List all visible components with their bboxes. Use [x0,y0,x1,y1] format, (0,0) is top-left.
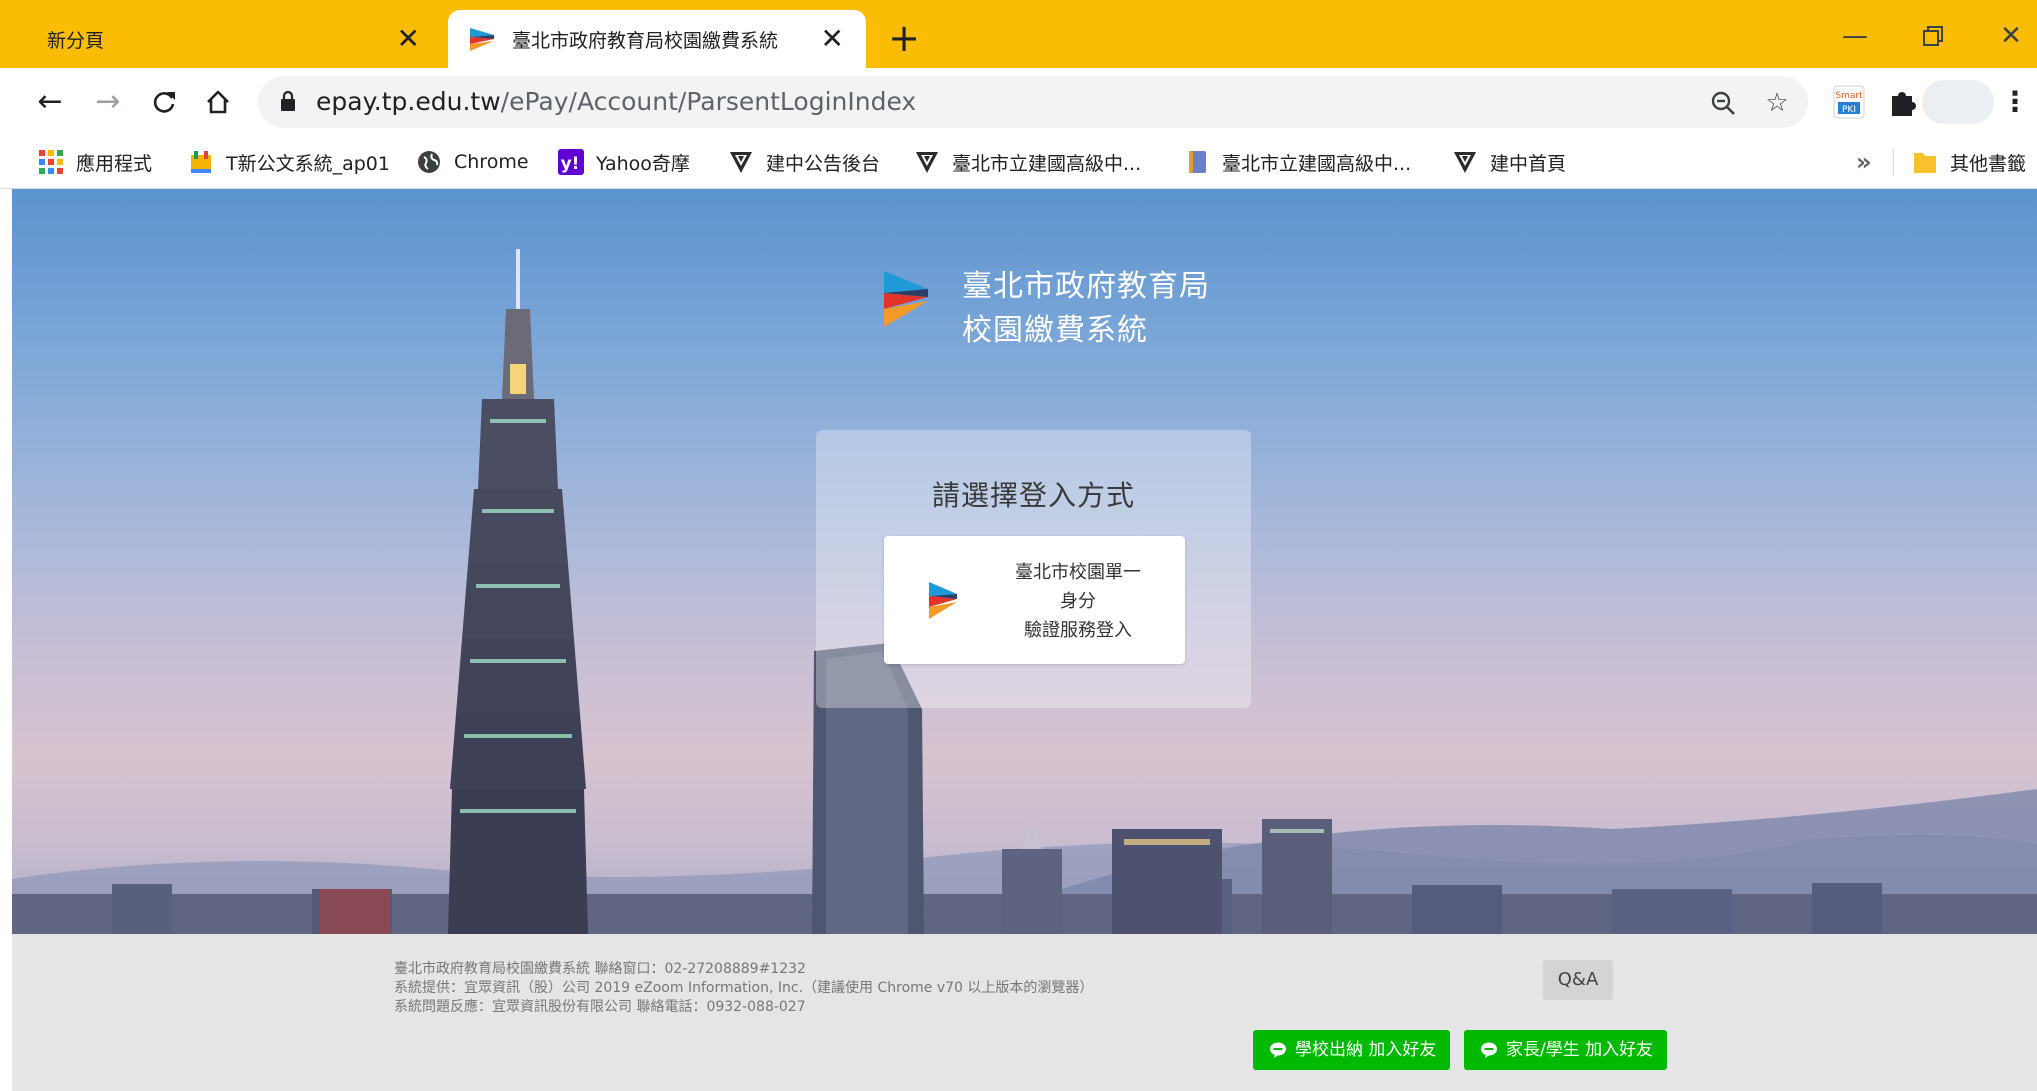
bookmarks-overflow-button[interactable]: » [1856,136,1872,188]
login-method-heading: 請選擇登入方式 [931,479,1135,512]
smart-pki-extension-icon[interactable]: Smart PKI [1832,84,1866,120]
tab-strip: 新分頁 ✕ 臺北市政府教育局校園繳費系統 ✕ + — ✕ [0,0,2037,68]
bookmark-label: 建中首頁 [1490,152,1567,175]
sso-label-line1: 臺北市校園單一 [1015,562,1141,583]
svg-text:y!: y! [561,154,580,174]
login-method-panel: 請選擇登入方式 臺北市校園單一 身分 驗證服務登入 [816,430,1251,708]
bookmark-label: 應用程式 [76,152,153,175]
bookmark-school-admin[interactable]: 建中公告後台 [728,136,880,188]
other-bookmarks-folder[interactable]: 其他書籤 [1912,136,2026,188]
bookmark-school-2[interactable]: 臺北市立建國高級中... [1184,136,1411,188]
address-bar[interactable]: epay.tp.edu.tw/ePay/Account/ParsentLogin… [258,76,1808,128]
tab-title: 臺北市政府教育局校園繳費系統 [512,29,779,52]
bookmark-star-icon[interactable]: ☆ [1760,86,1794,120]
bookmark-school-1[interactable]: 臺北市立建國高級中... [914,136,1141,188]
brand-title-line2: 校園繳費系統 [962,313,1148,348]
line-chat-icon [1481,1042,1497,1058]
profile-avatar[interactable] [1922,80,1994,124]
brand-title-line1: 臺北市政府教育局 [962,269,1210,304]
new-tab-button[interactable]: + [884,14,924,62]
line-add-friend-parent-button[interactable]: 家長/學生 加入好友 [1464,1030,1668,1070]
tab-epay[interactable]: 臺北市政府教育局校園繳費系統 ✕ [448,10,866,68]
bookmarks-divider [1893,148,1894,176]
school-shield-icon [1454,152,1476,173]
zoom-out-icon[interactable] [1706,86,1740,120]
footer-support: 系統問題反應：宜眾資訊股份有限公司 聯絡電話：0932-088-027 [394,999,806,1015]
footer-info: 臺北市政府教育局校園繳費系統 聯絡窗口：02-27208889#1232 系統提… [394,960,1093,1017]
bookmark-document-system[interactable]: T新公文系統_ap01 [188,136,390,188]
back-arrow-icon[interactable]: ← [28,80,72,124]
sso-label-line2: 身分 [1060,591,1096,612]
bookmark-label: T新公文系統_ap01 [226,152,390,175]
home-icon[interactable] [196,80,240,124]
extensions-puzzle-icon[interactable] [1886,84,1920,120]
svg-text:PKI: PKI [1842,105,1856,115]
folder-icon [1914,153,1936,173]
line-school-label: 學校出納 加入好友 [1295,1040,1437,1060]
epay-logo-icon [470,28,494,51]
epay-logo-icon [884,271,928,327]
line-parent-label: 家長/學生 加入好友 [1506,1040,1654,1060]
bookmark-label: 建中公告後台 [766,152,881,175]
footer-contact: 臺北市政府教育局校園繳費系統 聯絡窗口：02-27208889#1232 [394,961,806,977]
bookmark-label: 臺北市立建國高級中... [952,152,1142,175]
more-menu-icon[interactable]: ⋮ [2000,80,2030,124]
bookmarks-bar: 應用程式 T新公文系統_ap01 Chrome y! Yahoo奇摩 建中公告後… [0,136,2037,189]
close-icon[interactable]: ✕ [397,25,420,53]
bookmark-label: 其他書籤 [1950,152,2027,175]
epay-logo-icon [929,582,957,619]
line-chat-icon [1270,1042,1286,1058]
forward-arrow-icon[interactable]: → [86,80,130,124]
brand-header: 臺北市政府教育局 校園繳費系統 [870,261,1290,361]
document-system-icon [191,151,211,173]
bookmark-apps[interactable]: 應用程式 [38,136,152,188]
minimize-icon[interactable]: — [1830,14,1880,58]
close-window-icon[interactable]: ✕ [1986,14,2036,58]
url-host: epay.tp.edu.tw [316,87,501,116]
bookmark-yahoo[interactable]: y! Yahoo奇摩 [558,136,690,188]
school-shield-icon [730,152,752,173]
reload-icon[interactable] [142,80,186,124]
yahoo-icon: y! [558,149,584,175]
bookmark-chrome[interactable]: Chrome [416,136,529,188]
restore-icon[interactable] [1908,14,1958,58]
school-shield-icon [916,152,938,173]
bookmark-label: Yahoo奇摩 [596,152,690,175]
apps-grid-icon [39,150,63,174]
svg-text:Smart: Smart [1835,91,1863,101]
footer-provider: 系統提供：宜眾資訊（股）公司 2019 eZoom Information, I… [394,980,1094,996]
browser-toolbar: ← → epay.tp.edu.tw/ePay/Account/ParsentL… [0,68,2037,136]
tab-title: 新分頁 [47,29,105,52]
bookmark-label: Chrome [454,151,529,173]
url-text: epay.tp.edu.tw/ePay/Account/ParsentLogin… [316,76,916,128]
qa-button[interactable]: Q&A [1543,960,1613,1000]
url-path: /ePay/Account/ParsentLoginIndex [500,87,917,116]
line-add-friend-school-button[interactable]: 學校出納 加入好友 [1253,1030,1451,1070]
sso-login-label: 臺北市校園單一 身分 驗證服務登入 [988,558,1168,645]
tab-new-tab[interactable]: 新分頁 ✕ [12,10,444,68]
close-icon[interactable]: ✕ [821,25,844,53]
page-footer: 臺北市政府教育局校園繳費系統 聯絡窗口：02-27208889#1232 系統提… [12,934,2037,1091]
bookmark-school-home[interactable]: 建中首頁 [1452,136,1566,188]
globe-icon [418,151,440,173]
sso-login-button[interactable]: 臺北市校園單一 身分 驗證服務登入 [884,536,1185,664]
lock-icon [281,90,295,111]
notebook-icon [1189,151,1206,173]
login-page-hero: 臺北市政府教育局 校園繳費系統 請選擇登入方式 臺北市校園單一 身分 驗證服務登… [12,189,2037,934]
sso-label-line3: 驗證服務登入 [1024,620,1132,641]
bookmark-label: 臺北市立建國高級中... [1222,152,1412,175]
